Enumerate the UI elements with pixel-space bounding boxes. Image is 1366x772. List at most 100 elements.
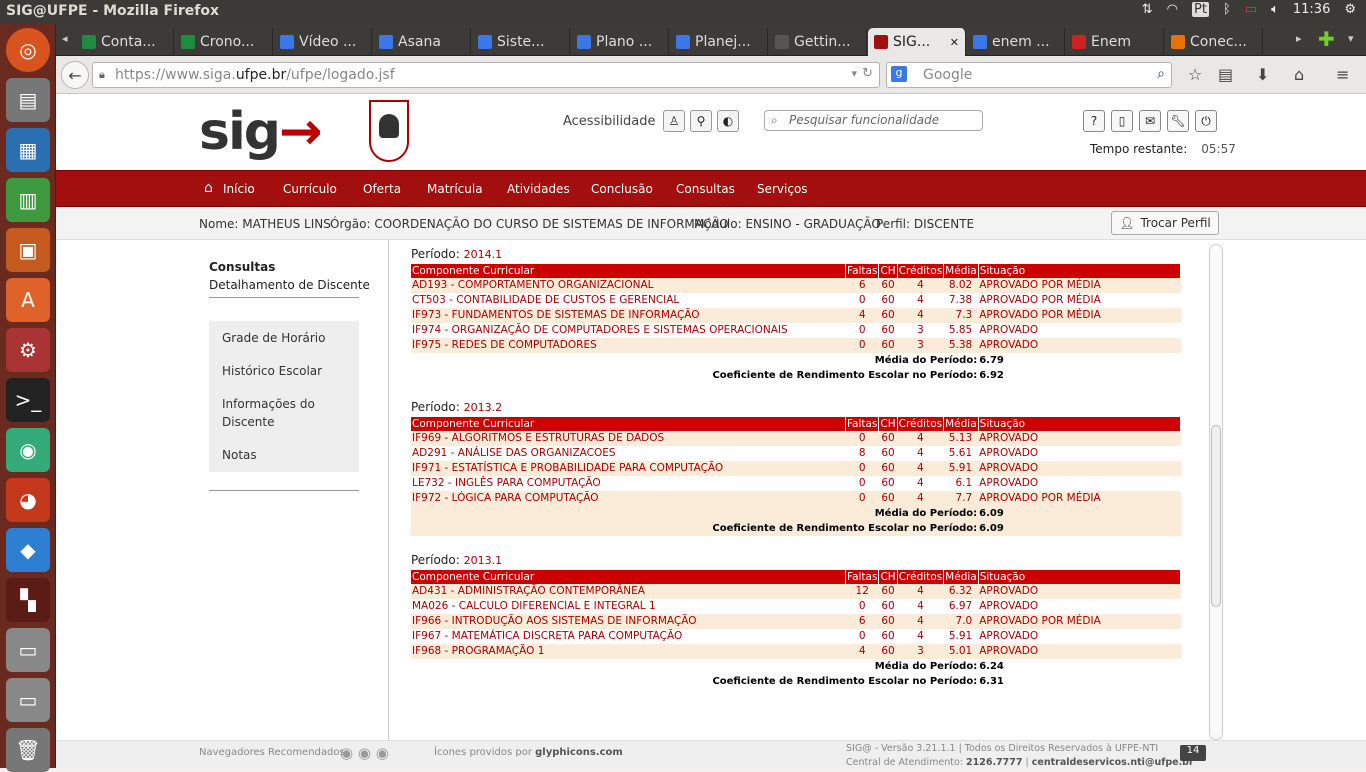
menu-item-6[interactable]: Consultas bbox=[676, 182, 735, 196]
wifi-icon[interactable]: ◠ bbox=[1167, 2, 1178, 17]
keyboard-icon[interactable]: Pt bbox=[1192, 2, 1209, 17]
menu-item-3[interactable]: Matrícula bbox=[427, 182, 483, 196]
table-cell[interactable]: AD291 - ANÁLISE DAS ORGANIZACOES bbox=[411, 446, 846, 461]
table-cell[interactable]: IF968 - PROGRAMAÇÃO 1 bbox=[411, 644, 846, 659]
tab-5[interactable]: Plano ... bbox=[571, 28, 669, 56]
search-icon[interactable]: ⌕ bbox=[1157, 66, 1165, 82]
tab-1[interactable]: Crono... bbox=[175, 28, 273, 56]
impress-icon[interactable]: ▣ bbox=[6, 228, 50, 272]
sidebar-item-notas[interactable]: Notas bbox=[209, 438, 359, 473]
battery-icon[interactable]: ▭ bbox=[1245, 2, 1257, 17]
calc-icon[interactable]: ▥ bbox=[6, 178, 50, 222]
tab-6[interactable]: Planej... bbox=[670, 28, 768, 56]
tab-0[interactable]: Conta... bbox=[76, 28, 174, 56]
home-icon[interactable]: ⌂ bbox=[204, 180, 213, 196]
chrome-icon[interactable]: ◉ bbox=[6, 428, 50, 472]
menu-item-4[interactable]: Atividades bbox=[507, 182, 570, 196]
bookmarks-list-icon[interactable]: ▤ bbox=[1218, 65, 1233, 84]
dropbox-icon[interactable]: ◆ bbox=[6, 528, 50, 572]
firefox-icon[interactable]: ◕ bbox=[6, 478, 50, 522]
table-cell[interactable]: IF972 - LÓGICA PARA COMPUTAÇÃO bbox=[411, 491, 846, 506]
central-label: Central de Atendimento: bbox=[846, 757, 963, 768]
disk-icon[interactable]: ▭ bbox=[6, 628, 50, 672]
trocar-perfil-button[interactable]: 👤︎ Trocar Perfil bbox=[1111, 211, 1219, 235]
table-cell[interactable]: IF975 - REDES DE COMPUTADORES bbox=[411, 338, 846, 353]
tab-scroll-left-icon[interactable]: ◂ bbox=[62, 32, 68, 45]
system-settings-icon[interactable]: ⚙ bbox=[6, 328, 50, 372]
table-cell[interactable]: AD193 - COMPORTAMENTO ORGANIZACIONAL bbox=[411, 278, 846, 293]
trash-icon[interactable]: 🗑︎ bbox=[6, 728, 50, 772]
scrollbar-thumb[interactable] bbox=[1211, 425, 1221, 607]
siga-logo[interactable]: sig→ bbox=[199, 102, 323, 162]
tab-8[interactable]: SIG... ✕ bbox=[868, 28, 966, 56]
table-cell[interactable]: IF971 - ESTATÍSTICA E PROBABILIDADE PARA… bbox=[411, 461, 846, 476]
bookmark-star-icon[interactable]: ☆ bbox=[1188, 65, 1202, 84]
scrollbar[interactable] bbox=[1209, 244, 1223, 740]
tools-icon[interactable]: 🔧︎ bbox=[1167, 110, 1189, 132]
volume-icon[interactable]: 🔈︎ bbox=[1271, 2, 1279, 17]
menu-item-0[interactable]: Início bbox=[223, 182, 255, 196]
menu-item-1[interactable]: Currículo bbox=[283, 182, 337, 196]
column-header: Média bbox=[943, 417, 979, 431]
new-tab-icon[interactable]: ✚ bbox=[1318, 27, 1335, 51]
tab-2[interactable]: Vídeo ... bbox=[274, 28, 372, 56]
table-cell[interactable]: MA026 - CALCULO DIFERENCIAL E INTEGRAL 1 bbox=[411, 599, 846, 614]
bluetooth-icon[interactable]: ᛒ bbox=[1223, 2, 1231, 17]
close-tab-icon[interactable]: ✕ bbox=[950, 36, 959, 49]
tab-3[interactable]: Asana bbox=[373, 28, 471, 56]
table-header-row: Componente Curricular Faltas CH Créditos Méd… bbox=[411, 264, 1181, 278]
sidebar-item-grade[interactable]: Grade de Horário bbox=[209, 321, 359, 356]
table-cell: 60 bbox=[878, 293, 898, 308]
tab-10[interactable]: Enem bbox=[1066, 28, 1164, 56]
accessibility-person-icon[interactable]: ♙ bbox=[663, 110, 685, 132]
tab-9[interactable]: enem ... bbox=[967, 28, 1065, 56]
zoom-icon[interactable]: ⚲ bbox=[690, 110, 712, 132]
table-cell[interactable]: IF969 - ALGORITMOS E ESTRUTURAS DE DADOS bbox=[411, 431, 846, 446]
power-icon[interactable]: ⏻ bbox=[1195, 110, 1217, 132]
tab-scroll-right-icon[interactable]: ▸ bbox=[1296, 32, 1302, 45]
table-cell[interactable]: IF974 - ORGANIZAÇÃO DE COMPUTADORES E SI… bbox=[411, 323, 846, 338]
search-functionality-input[interactable]: ⌕ Pesquisar funcionalidade bbox=[764, 110, 983, 131]
mail-icon[interactable]: ✉ bbox=[1139, 110, 1161, 132]
home-icon[interactable]: ⌂ bbox=[1294, 65, 1304, 84]
back-button[interactable]: ← bbox=[61, 61, 89, 89]
table-cell[interactable]: CT503 - CONTABILIDADE DE CUSTOS E GERENC… bbox=[411, 293, 846, 308]
software-center-icon[interactable]: A bbox=[6, 278, 50, 322]
network-icon[interactable]: ⇅ bbox=[1142, 2, 1153, 17]
files-icon[interactable]: ▤ bbox=[6, 78, 50, 122]
menu-item-5[interactable]: Conclusão bbox=[591, 182, 653, 196]
sidebar-item-informacoes[interactable]: Informações do Discente bbox=[209, 387, 359, 440]
menu-item-7[interactable]: Serviços bbox=[757, 182, 808, 196]
phone: 2126.7777 bbox=[966, 757, 1023, 768]
tab-11[interactable]: Conec... bbox=[1165, 28, 1263, 56]
table-cell[interactable]: IF973 - FUNDAMENTOS DE SISTEMAS DE INFOR… bbox=[411, 308, 846, 323]
menu-item-2[interactable]: Oferta bbox=[363, 182, 401, 196]
tab-7[interactable]: Gettin... bbox=[769, 28, 867, 56]
writer-icon[interactable]: ▦ bbox=[6, 128, 50, 172]
table-cell[interactable]: AD431 - ADMINISTRAÇÃO CONTEMPORÂNEA bbox=[411, 584, 846, 599]
table-cell[interactable]: IF967 - MATEMÁTICA DISCRETA PARA COMPUTA… bbox=[411, 629, 846, 644]
glyphicons-link[interactable]: glyphicons.com bbox=[535, 747, 623, 758]
manual-icon[interactable]: ▯ bbox=[1111, 110, 1133, 132]
sidebar-item-historico[interactable]: Histórico Escolar bbox=[209, 354, 359, 389]
web-search-input[interactable]: g Google ⌕ bbox=[886, 62, 1172, 88]
contrast-icon[interactable]: ◐ bbox=[717, 110, 739, 132]
help-icon[interactable]: ? bbox=[1083, 110, 1105, 132]
email-link[interactable]: centraldeservicos.nti@ufpe.br bbox=[1032, 757, 1194, 768]
disk-2-icon[interactable]: ▭ bbox=[6, 678, 50, 722]
terminal-icon[interactable]: >_ bbox=[6, 378, 50, 422]
downloads-icon[interactable]: ⬇ bbox=[1256, 65, 1269, 84]
clock[interactable]: 11:36 bbox=[1293, 2, 1330, 17]
ubuntu-logo-icon[interactable]: ◎ bbox=[6, 28, 50, 72]
menu-icon[interactable]: ≡ bbox=[1336, 65, 1349, 84]
settings-icon[interactable]: ⚙ bbox=[1344, 2, 1356, 17]
url-bar[interactable]: 🔒︎ https://www.siga.ufpe.br/ufpe/logado.… bbox=[92, 62, 880, 88]
tab-4[interactable]: Siste... bbox=[472, 28, 570, 56]
url-dropdown-icon[interactable]: ▾ bbox=[851, 67, 857, 80]
tab-list-icon[interactable]: ▾ bbox=[1348, 32, 1354, 45]
notification-badge[interactable]: 14 bbox=[1180, 745, 1206, 761]
table-cell[interactable]: LE732 - INGLÊS PARA COMPUTAÇÃO bbox=[411, 476, 846, 491]
table-cell[interactable]: IF966 - INTRODUÇÃO AOS SISTEMAS DE INFOR… bbox=[411, 614, 846, 629]
reload-icon[interactable]: ↻ bbox=[862, 66, 873, 81]
workspaces-icon[interactable]: ▚ bbox=[6, 578, 50, 622]
